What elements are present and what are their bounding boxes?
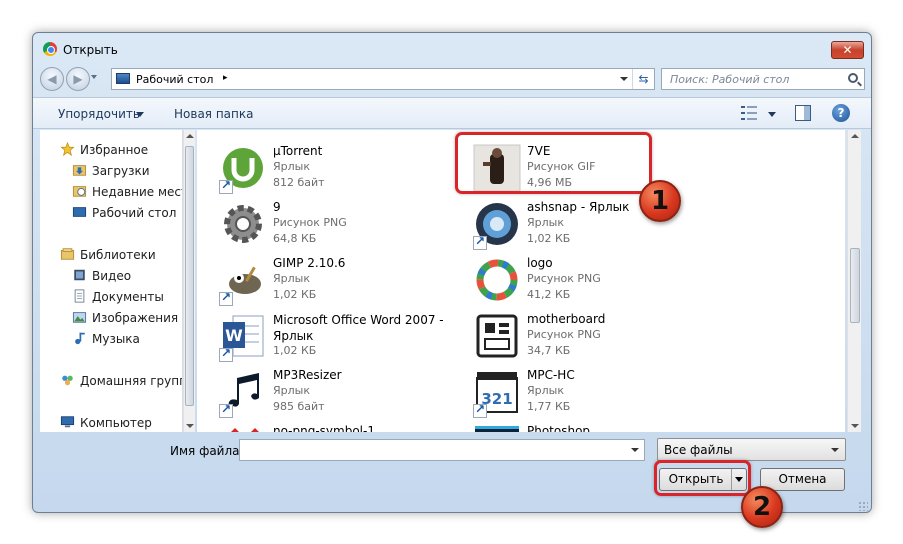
title-bar[interactable]: Открыть ✕: [33, 33, 871, 63]
refresh-button[interactable]: ⇆: [632, 69, 654, 89]
file-item-word[interactable]: W Microsoft Office Word 2007 - Ярлык 1,0…: [219, 310, 469, 362]
file-name-dropdown-icon[interactable]: [631, 448, 639, 452]
motherboard-icon: [476, 314, 518, 358]
file-name-input[interactable]: [239, 439, 645, 461]
nav-scroll-thumb[interactable]: [185, 146, 194, 406]
scroll-down-icon[interactable]: [851, 424, 859, 428]
chrome-icon: [43, 42, 57, 56]
computer-icon: [60, 416, 75, 428]
scroll-down-icon[interactable]: [186, 424, 194, 428]
file-name-label: Имя файла:: [170, 444, 244, 458]
desktop-icon: [72, 207, 87, 217]
gear-image-icon: [224, 205, 262, 243]
forward-arrow-icon: ▶: [73, 72, 83, 86]
shortcut-arrow-icon: [473, 402, 487, 418]
nav-scrollbar[interactable]: [183, 130, 195, 432]
file-item-utorrent[interactable]: µTorrent Ярлык 812 байт: [219, 142, 459, 194]
video-icon: [74, 269, 85, 281]
search-placeholder: Поиск: Рабочий стол: [670, 73, 790, 86]
breadcrumb-chevron-icon[interactable]: ▸: [223, 73, 228, 83]
help-button[interactable]: ?: [832, 104, 850, 122]
file-scroll-thumb[interactable]: [850, 248, 860, 323]
file-item-gimp[interactable]: GIMP 2.10.6 Ярлык 1,02 КБ: [219, 254, 459, 306]
png-image-icon: [231, 428, 259, 432]
recent-places-icon: [72, 186, 87, 197]
file-item-no-png-symbol[interactable]: no-png-symbol-1: [219, 422, 459, 432]
shortcut-arrow-icon: [219, 290, 233, 306]
homegroup-icon: [62, 375, 73, 386]
recent-locations-dropdown[interactable]: [91, 75, 97, 79]
step-badge-2: 2: [741, 486, 783, 528]
resize-grip[interactable]: [858, 501, 868, 511]
window-title: Открыть: [63, 43, 118, 57]
forward-button[interactable]: ▶: [66, 67, 90, 91]
shortcut-arrow-icon: [219, 346, 233, 362]
view-options-icon[interactable]: [741, 106, 757, 121]
cancel-button[interactable]: Отмена: [760, 468, 845, 491]
back-button[interactable]: ◀: [40, 67, 64, 91]
shortcut-arrow-icon: [219, 402, 233, 418]
photoshop-icon: [475, 426, 519, 432]
file-type-select[interactable]: Все файлы: [657, 438, 846, 461]
search-icon[interactable]: [848, 73, 858, 83]
back-arrow-icon: ◀: [47, 72, 57, 86]
organize-button[interactable]: Упорядочить: [58, 107, 140, 121]
breadcrumb-desktop[interactable]: Рабочий стол: [136, 73, 213, 86]
close-button[interactable]: ✕: [831, 41, 864, 59]
chevron-down-icon: [831, 448, 839, 452]
new-folder-button[interactable]: Новая папка: [174, 107, 253, 121]
file-item-9[interactable]: 9 Рисунок PNG 64,8 КБ: [219, 198, 459, 250]
address-dropdown-icon[interactable]: [620, 77, 628, 81]
file-item-motherboard[interactable]: motherboard Рисунок PNG 34,7 КБ: [473, 310, 713, 362]
scroll-up-icon[interactable]: [186, 134, 194, 138]
highlight-box-file: [455, 132, 652, 194]
star-icon: [60, 142, 75, 156]
address-bar[interactable]: Рабочий стол ▸ ⇆: [111, 68, 655, 90]
file-item-mp3resizer[interactable]: MP3Resizer Ярлык 985 байт: [219, 366, 459, 418]
highlight-box-open: [654, 460, 751, 496]
logo-image-icon: [476, 259, 518, 301]
command-bar: Упорядочить Новая папка ?: [33, 97, 871, 129]
shortcut-arrow-icon: [473, 234, 487, 250]
documents-icon: [74, 289, 85, 303]
organize-dropdown-icon[interactable]: [136, 112, 144, 117]
downloads-folder-icon: [72, 165, 87, 176]
file-item-photoshop[interactable]: Photoshop: [473, 422, 713, 432]
shortcut-arrow-icon: [219, 178, 233, 194]
navigation-pane: Избранное Загрузки Недавние места Рабочи…: [40, 130, 183, 432]
music-icon: [75, 332, 85, 345]
file-type-value: Все файлы: [664, 443, 733, 457]
file-scrollbar[interactable]: [847, 130, 861, 432]
view-dropdown-icon[interactable]: [768, 112, 776, 117]
svg-text:W: W: [225, 326, 243, 345]
preview-pane-icon[interactable]: [795, 105, 811, 121]
file-item-logo[interactable]: logo Рисунок PNG 41,2 КБ: [473, 254, 713, 306]
desktop-icon: [116, 73, 130, 84]
pictures-icon: [72, 312, 87, 323]
address-row: ◀ ▶ Рабочий стол ▸ ⇆ Поиск: Рабочий стол: [33, 65, 871, 93]
step-badge-1: 1: [639, 180, 681, 222]
refresh-icon: ⇆: [638, 72, 649, 86]
open-file-dialog: Открыть ✕ ◀ ▶ Рабочий стол ▸ ⇆ Поиск: Ра…: [32, 32, 872, 513]
libraries-icon: [60, 248, 75, 260]
scroll-up-icon[interactable]: [851, 134, 859, 138]
file-item-mpc-hc[interactable]: 321 MPC-HC Ярлык 1,77 КБ: [473, 366, 713, 418]
search-input[interactable]: Поиск: Рабочий стол: [661, 68, 865, 90]
